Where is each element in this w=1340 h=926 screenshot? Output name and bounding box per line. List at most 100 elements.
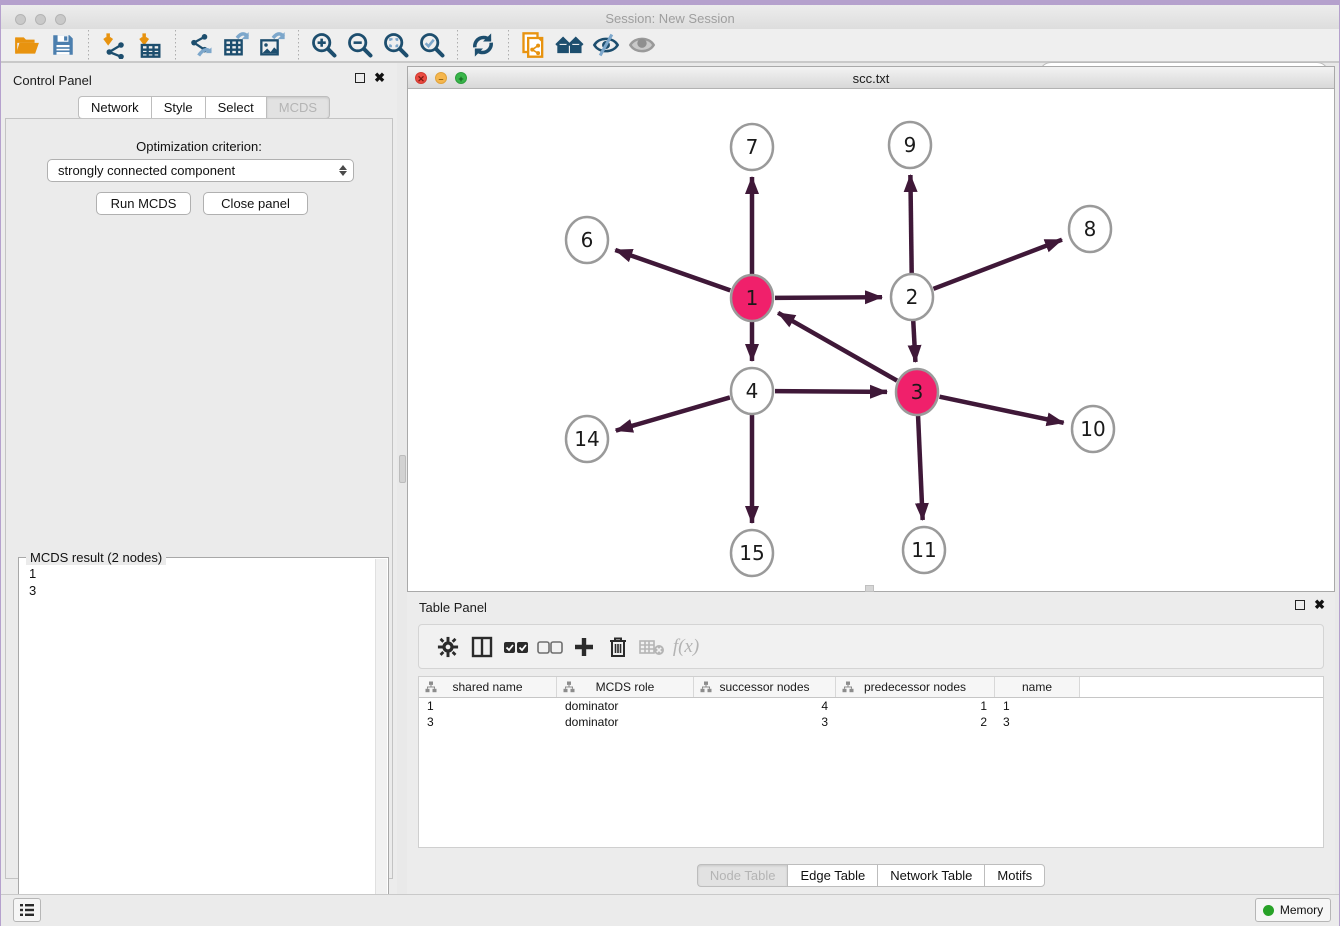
- export-table-icon[interactable]: [222, 30, 252, 60]
- svg-text:7: 7: [746, 135, 759, 159]
- tab-motifs[interactable]: Motifs: [984, 864, 1045, 887]
- graph-edge-4-14[interactable]: [616, 397, 730, 430]
- graph-edge-3-1[interactable]: [778, 313, 897, 381]
- close-table-panel-icon[interactable]: ✖: [1314, 600, 1325, 610]
- horizontal-splitter-handle[interactable]: [865, 585, 874, 592]
- column-header-predecessor-nodes[interactable]: predecessor nodes: [836, 677, 995, 697]
- optimization-criterion-label: Optimization criterion:: [6, 139, 392, 154]
- trash-icon[interactable]: [601, 632, 635, 662]
- tab-network[interactable]: Network: [78, 96, 151, 119]
- graph-edge-1-2[interactable]: [775, 297, 882, 298]
- column-layout-icon[interactable]: [465, 632, 499, 662]
- column-header-shared-name[interactable]: shared name: [419, 677, 557, 697]
- node-table[interactable]: shared nameMCDS rolesuccessor nodesprede…: [418, 676, 1324, 848]
- network-overview-icon[interactable]: [555, 30, 585, 60]
- cell-name: 1: [995, 698, 1080, 714]
- table-body: 1dominator4113dominator323: [419, 698, 1323, 730]
- tab-edge-table[interactable]: Edge Table: [787, 864, 877, 887]
- control-panel-title: Control Panel: [13, 73, 92, 88]
- graph-node-10[interactable]: 10: [1072, 406, 1114, 452]
- column-header-name[interactable]: name: [995, 677, 1080, 697]
- cell-name: 3: [995, 714, 1080, 730]
- graph-node-1[interactable]: 1: [731, 275, 773, 321]
- export-image-icon[interactable]: [258, 30, 288, 60]
- run-mcds-button[interactable]: Run MCDS: [96, 192, 191, 215]
- table-header-row: shared nameMCDS rolesuccessor nodesprede…: [419, 677, 1323, 698]
- task-history-button[interactable]: [13, 898, 41, 922]
- graph-node-8[interactable]: 8: [1069, 206, 1111, 252]
- close-panel-button[interactable]: Close panel: [203, 192, 308, 215]
- svg-text:8: 8: [1084, 217, 1097, 241]
- graph-node-4[interactable]: 4: [731, 368, 773, 414]
- mcds-result-text[interactable]: 1 3: [20, 559, 376, 926]
- graph-node-11[interactable]: 11: [903, 527, 945, 573]
- zoom-out-icon[interactable]: [345, 30, 375, 60]
- graph-edge-1-6[interactable]: [615, 250, 730, 290]
- delete-column-icon: [635, 632, 669, 662]
- cell-shared-name: 1: [419, 698, 557, 714]
- tab-node-table[interactable]: Node Table: [697, 864, 788, 887]
- graph-node-6[interactable]: 6: [566, 217, 608, 263]
- graph-edge-2-9[interactable]: [910, 175, 911, 274]
- close-panel-icon[interactable]: ✖: [374, 73, 385, 83]
- status-bar: Memory: [1, 894, 1339, 926]
- save-session-icon[interactable]: [48, 30, 78, 60]
- graph-node-9[interactable]: 9: [889, 122, 931, 168]
- table-panel: Table Panel ✖: [407, 592, 1335, 894]
- graph-node-2[interactable]: 2: [891, 274, 933, 320]
- import-table-icon[interactable]: [135, 30, 165, 60]
- graph-edge-2-3[interactable]: [913, 320, 915, 362]
- graph-edge-4-3[interactable]: [775, 391, 887, 392]
- svg-text:10: 10: [1080, 417, 1105, 441]
- float-table-panel-icon[interactable]: [1295, 600, 1305, 610]
- column-header-successor-nodes[interactable]: successor nodes: [694, 677, 836, 697]
- open-session-icon[interactable]: [12, 30, 42, 60]
- cell-predecessor-nodes: 2: [836, 714, 995, 730]
- add-icon[interactable]: [567, 632, 601, 662]
- eye-icon[interactable]: [627, 30, 657, 60]
- toolbar-separator: [88, 30, 89, 60]
- deselect-all-icon[interactable]: [533, 632, 567, 662]
- table-row[interactable]: 1dominator411: [419, 698, 1323, 714]
- float-panel-icon[interactable]: [355, 73, 365, 83]
- svg-text:2: 2: [906, 285, 919, 309]
- export-network-icon[interactable]: [186, 30, 216, 60]
- zoom-fit-icon[interactable]: [381, 30, 411, 60]
- result-scrollbar[interactable]: [375, 559, 387, 926]
- toolbar-separator: [508, 30, 509, 60]
- gear-icon[interactable]: [431, 632, 465, 662]
- select-all-icon[interactable]: [499, 632, 533, 662]
- graph-node-7[interactable]: 7: [731, 124, 773, 170]
- dropdown-stepper-icon: [339, 165, 347, 176]
- graph-edge-3-11[interactable]: [918, 415, 923, 520]
- optimization-criterion-select[interactable]: strongly connected component: [47, 159, 354, 182]
- function-builder-icon: f(x): [669, 632, 703, 662]
- network-window-titlebar[interactable]: ✕ – + scc.txt: [408, 67, 1334, 89]
- graph-edge-2-8[interactable]: [933, 240, 1061, 289]
- tab-style[interactable]: Style: [151, 96, 205, 119]
- tab-network-table[interactable]: Network Table: [877, 864, 984, 887]
- window-title: Session: New Session: [1, 11, 1339, 26]
- duplicate-network-icon[interactable]: [519, 30, 549, 60]
- table-panel-title: Table Panel: [419, 600, 487, 615]
- zoom-selected-icon[interactable]: [417, 30, 447, 60]
- eye-slash-icon[interactable]: [591, 30, 621, 60]
- toolbar-separator: [298, 30, 299, 60]
- network-canvas[interactable]: 7 9 6 8 1 2 4 3 14 10 15 11: [408, 89, 1334, 591]
- graph-node-14[interactable]: 14: [566, 416, 608, 462]
- graph-node-3[interactable]: 3: [896, 369, 938, 415]
- column-header-MCDS-role[interactable]: MCDS role: [557, 677, 694, 697]
- panel-splitter-handle[interactable]: [399, 455, 406, 483]
- graph-edge-3-10[interactable]: [940, 397, 1064, 423]
- tab-select[interactable]: Select: [205, 96, 266, 119]
- svg-text:6: 6: [581, 228, 594, 252]
- apply-layout-icon[interactable]: [468, 30, 498, 60]
- graph-node-15[interactable]: 15: [731, 530, 773, 576]
- memory-button[interactable]: Memory: [1255, 898, 1331, 922]
- tab-mcds[interactable]: MCDS: [266, 96, 330, 119]
- table-toolbar: f(x): [418, 624, 1324, 669]
- network-window-title: scc.txt: [408, 71, 1334, 86]
- import-network-icon[interactable]: [99, 30, 129, 60]
- table-row[interactable]: 3dominator323: [419, 714, 1323, 730]
- zoom-in-icon[interactable]: [309, 30, 339, 60]
